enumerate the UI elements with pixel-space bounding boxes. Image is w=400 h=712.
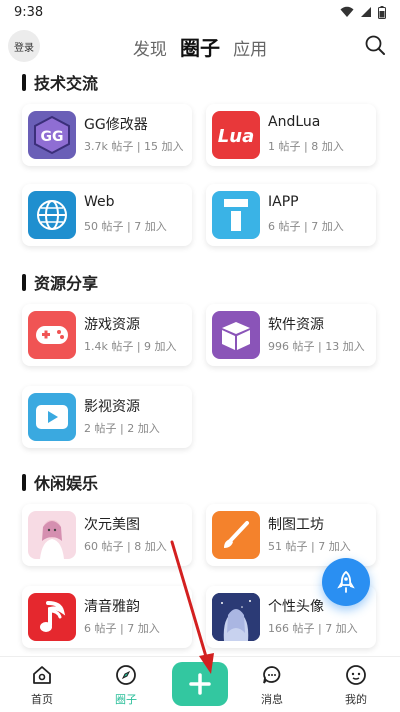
- circle-name: IAPP: [268, 194, 299, 210]
- scroll-top-button[interactable]: [322, 558, 370, 606]
- rocket-icon: [337, 570, 355, 593]
- circle-stats: 6 帖子 | 7 加入: [268, 220, 344, 233]
- circle-name: AndLua: [268, 114, 321, 130]
- circle-stats: 60 帖子 | 8 加入: [84, 540, 167, 553]
- wifi-icon: [340, 6, 354, 17]
- circle-stats: 996 帖子 | 13 加入: [268, 340, 365, 353]
- circle-name: 软件资源: [268, 317, 324, 333]
- circle-card-iapp[interactable]: IAPP 6 帖子 | 7 加入: [206, 184, 376, 246]
- circle-stats: 1.4k 帖子 | 9 加入: [84, 340, 177, 353]
- anime-image-icon: [28, 511, 76, 559]
- nav-label: 圈子: [115, 693, 137, 706]
- circle-name: Web: [84, 194, 115, 210]
- circle-name: 次元美图: [84, 517, 140, 533]
- section-title-leisure: 休闲娱乐: [22, 470, 98, 494]
- gg-icon: GG: [28, 111, 76, 159]
- circle-stats: 166 帖子 | 7 加入: [268, 622, 358, 635]
- circle-stats: 51 帖子 | 7 加入: [268, 540, 351, 553]
- circle-stats: 50 帖子 | 7 加入: [84, 220, 167, 233]
- circle-card-gg[interactable]: GG GG修改器 3.7k 帖子 | 15 加入: [22, 104, 192, 166]
- nav-label: 首页: [31, 693, 53, 706]
- gamepad-icon: [28, 311, 76, 359]
- status-time: 9:38: [14, 4, 44, 20]
- music-icon: [28, 593, 76, 641]
- lua-icon: Lua: [212, 111, 260, 159]
- plus-icon: [189, 673, 211, 695]
- tab-circles[interactable]: 圈子: [180, 32, 220, 61]
- iapp-icon: [212, 191, 260, 239]
- circle-card-software-resources[interactable]: 软件资源 996 帖子 | 13 加入: [206, 304, 376, 366]
- circle-name: GG修改器: [84, 117, 148, 133]
- status-icons: [340, 5, 386, 19]
- nav-label: 我的: [345, 693, 367, 706]
- home-icon: [33, 666, 51, 684]
- avatar-image-icon: [212, 593, 260, 641]
- circle-card-video-resources[interactable]: 影视资源 2 帖子 | 2 加入: [22, 386, 192, 448]
- circle-stats: 3.7k 帖子 | 15 加入: [84, 140, 184, 153]
- circle-card-drawing-workshop[interactable]: 制图工坊 51 帖子 | 7 加入: [206, 504, 376, 566]
- section-title-text: 技术交流: [34, 74, 99, 93]
- brush-icon: [212, 511, 260, 559]
- circle-card-game-resources[interactable]: 游戏资源 1.4k 帖子 | 9 加入: [22, 304, 192, 366]
- nav-circles[interactable]: 圈子: [96, 663, 156, 707]
- circle-stats: 2 帖子 | 2 加入: [84, 422, 160, 435]
- add-post-button[interactable]: [172, 662, 228, 706]
- signal-icon: [361, 7, 371, 17]
- nav-profile[interactable]: 我的: [326, 663, 386, 707]
- circle-name: 清音雅韵: [84, 599, 140, 615]
- search-icon[interactable]: [364, 34, 386, 56]
- globe-icon: [28, 191, 76, 239]
- section-title-resources: 资源分享: [22, 270, 98, 294]
- tab-discover[interactable]: 发现: [133, 35, 167, 60]
- circle-card-web[interactable]: Web 50 帖子 | 7 加入: [22, 184, 192, 246]
- circle-stats: 6 帖子 | 7 加入: [84, 622, 160, 635]
- nav-home[interactable]: 首页: [12, 663, 72, 707]
- section-marker: [22, 473, 26, 491]
- svg-text:GG: GG: [41, 129, 64, 145]
- circle-name: 影视资源: [84, 399, 140, 415]
- section-title-text: 休闲娱乐: [34, 474, 99, 493]
- circle-card-music[interactable]: 清音雅韵 6 帖子 | 7 加入: [22, 586, 192, 648]
- section-title-text: 资源分享: [34, 274, 99, 293]
- circle-card-anime-images[interactable]: 次元美图 60 帖子 | 8 加入: [22, 504, 192, 566]
- nav-label: 消息: [261, 693, 283, 706]
- circle-card-andlua[interactable]: Lua AndLua 1 帖子 | 8 加入: [206, 104, 376, 166]
- svg-text:Lua: Lua: [218, 126, 254, 147]
- compass-icon: [116, 665, 136, 685]
- play-icon: [28, 393, 76, 441]
- profile-icon: [346, 665, 366, 685]
- status-bar: 9:38: [0, 0, 400, 24]
- box-icon: [212, 311, 260, 359]
- circle-stats: 1 帖子 | 8 加入: [268, 140, 344, 153]
- section-marker: [22, 273, 26, 291]
- section-title-tech: 技术交流: [22, 70, 98, 94]
- battery-icon: [378, 5, 386, 19]
- circle-name: 制图工坊: [268, 517, 324, 533]
- circle-name: 个性头像: [268, 599, 324, 615]
- circle-name: 游戏资源: [84, 317, 140, 333]
- chat-icon: [263, 666, 281, 684]
- section-marker: [22, 73, 26, 91]
- tab-apps[interactable]: 应用: [233, 35, 267, 60]
- top-tabs: 发现 圈子 应用: [0, 32, 400, 61]
- top-header: 登录 发现 圈子 应用: [0, 26, 400, 66]
- nav-messages[interactable]: 消息: [242, 663, 302, 707]
